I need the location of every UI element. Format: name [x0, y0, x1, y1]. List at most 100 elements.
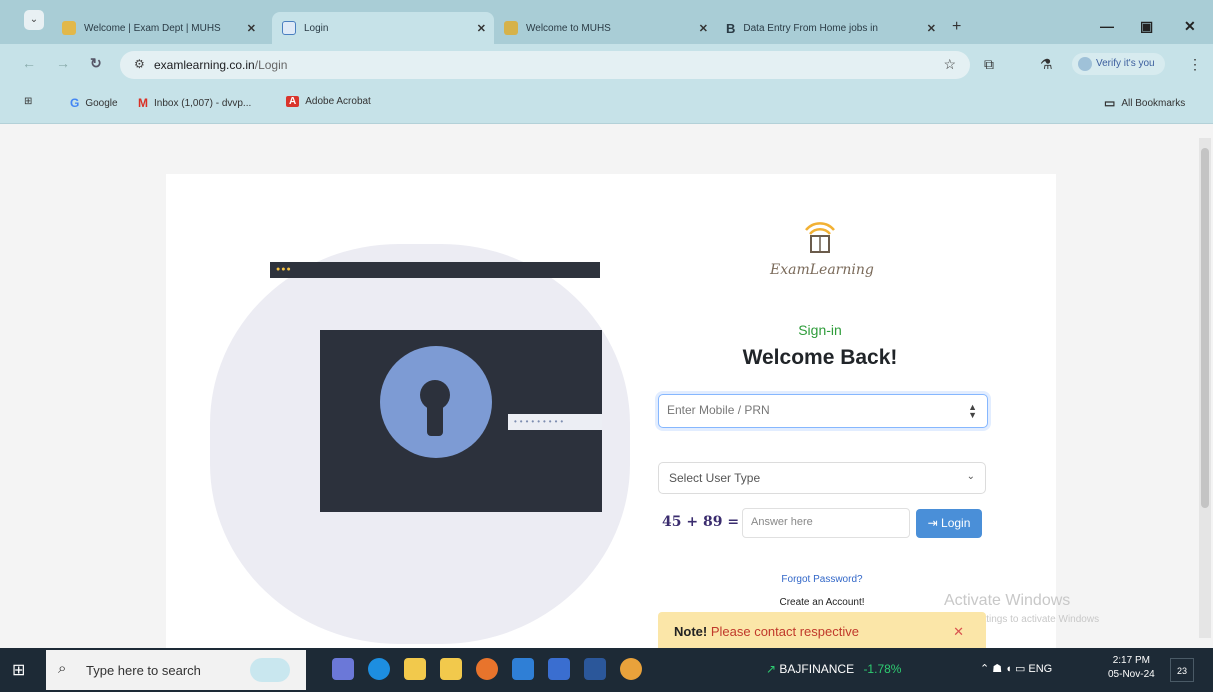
- back-icon[interactable]: ←: [22, 55, 36, 71]
- bookmark-acrobat[interactable]: A Adobe Acrobat: [286, 96, 371, 107]
- tab-login[interactable]: Login ✕: [272, 12, 494, 44]
- tab-strip: ⌄ Welcome | Exam Dept | MUHS ✕ Login ✕ W…: [0, 0, 1213, 44]
- all-bookmarks[interactable]: ▭ All Bookmarks: [1104, 96, 1185, 110]
- browser-toolbar: ← → ↻ ⚙ examlearning.co.in/Login ☆ ⧉ ⚗ V…: [0, 44, 1213, 84]
- notification-badge[interactable]: 23: [1170, 658, 1194, 682]
- mobile-prn-field[interactable]: ▲▼: [658, 394, 988, 428]
- trend-icon: ↗: [766, 662, 777, 676]
- reload-icon[interactable]: ↻: [90, 55, 102, 72]
- bookmark-star-icon[interactable]: ☆: [943, 56, 956, 73]
- extensions-icon[interactable]: ⧉: [984, 56, 994, 73]
- stock-ticker[interactable]: ↗ BAJFINANCE -1.78%: [766, 662, 901, 676]
- keyhole-stem: [427, 402, 443, 436]
- clock-date: 05-Nov-24: [1108, 669, 1155, 680]
- ticker-name: BAJFINANCE: [779, 662, 855, 676]
- windows-start-icon[interactable]: ⊞: [12, 660, 25, 680]
- bookmark-label: All Bookmarks: [1121, 97, 1186, 109]
- tab-welcome-muhs[interactable]: Welcome to MUHS ✕: [494, 12, 716, 44]
- captcha-answer-field[interactable]: [742, 508, 910, 538]
- mail-icon[interactable]: [512, 658, 534, 680]
- folder-icon: ▭: [1104, 96, 1116, 110]
- bookmarks-bar: ⊞ G Google M Inbox (1,007) - dvvp... A A…: [0, 84, 1213, 124]
- bookmark-google[interactable]: G Google: [70, 96, 118, 110]
- labs-icon[interactable]: ⚗: [1040, 56, 1053, 73]
- avatar: [1078, 57, 1092, 71]
- page-viewport: ●●● ••••••••• ExamLearning Sign-in Welco…: [0, 124, 1213, 648]
- edge-icon[interactable]: [368, 658, 390, 680]
- watermark-title: Activate Windows: [944, 592, 1071, 609]
- close-icon[interactable]: ✕: [953, 624, 964, 640]
- chevron-up-icon[interactable]: ⌃: [980, 663, 989, 675]
- exam-learning-logo: ExamLearning: [770, 216, 874, 296]
- store-icon[interactable]: [404, 658, 426, 680]
- windows-taskbar: ⊞ ⌕ Type here to search ↗ BAJFINANCE -1.…: [0, 648, 1213, 692]
- chrome-icon[interactable]: [620, 658, 642, 680]
- apps-grid-icon[interactable]: ⊞: [24, 96, 32, 107]
- gmail-icon: M: [138, 96, 148, 110]
- forgot-password-link[interactable]: Forgot Password?: [740, 574, 904, 585]
- file-explorer-icon[interactable]: [440, 658, 462, 680]
- site-info-icon[interactable]: ⚙: [134, 57, 145, 71]
- new-tab-button[interactable]: +: [952, 18, 961, 36]
- profile-label: Verify it's you: [1096, 58, 1155, 69]
- login-button-label: Login: [941, 516, 971, 530]
- system-tray[interactable]: ⌃ ☗ ◖ ▭ ENG: [980, 662, 1052, 675]
- site-favicon-icon: [504, 21, 518, 35]
- close-window-icon[interactable]: ✕: [1184, 18, 1196, 35]
- tab-muhs-exam[interactable]: Welcome | Exam Dept | MUHS ✕: [52, 12, 264, 44]
- language-indicator[interactable]: ENG: [1028, 663, 1052, 675]
- close-icon[interactable]: ✕: [927, 22, 936, 35]
- close-icon[interactable]: ✕: [477, 22, 486, 35]
- profile-button[interactable]: Verify it's you: [1072, 53, 1165, 75]
- chevron-down-icon: ⌄: [966, 471, 975, 482]
- illustration-password-field: •••••••••: [508, 414, 602, 430]
- taskbar-search[interactable]: ⌕ Type here to search: [46, 650, 306, 690]
- close-icon[interactable]: ✕: [699, 22, 708, 35]
- tab-search-button[interactable]: ⌄: [24, 10, 44, 30]
- minimize-icon[interactable]: —: [1100, 18, 1114, 34]
- forward-icon[interactable]: →: [56, 55, 70, 71]
- bookmark-label: Adobe Acrobat: [305, 96, 371, 107]
- address-bar[interactable]: ⚙ examlearning.co.in/Login ☆: [120, 51, 970, 79]
- login-arrow-icon: ⇥: [927, 516, 938, 530]
- acrobat-icon: A: [286, 96, 300, 107]
- network-icon[interactable]: ☗: [992, 663, 1002, 675]
- brand-name: ExamLearning: [770, 262, 874, 278]
- page-scrollbar[interactable]: [1199, 138, 1211, 638]
- volume-icon[interactable]: ◖: [1005, 663, 1012, 675]
- bookmark-label: Google: [85, 97, 118, 109]
- word-icon[interactable]: [584, 658, 606, 680]
- bookmark-label: Inbox (1,007) - dvvp...: [154, 97, 252, 109]
- close-icon[interactable]: ✕: [247, 22, 256, 35]
- clock-time: 2:17 PM: [1112, 655, 1150, 666]
- tab-label: Login: [304, 22, 329, 34]
- photos-icon[interactable]: [548, 658, 570, 680]
- tab-label: Data Entry From Home jobs in: [743, 22, 878, 34]
- mobile-prn-input[interactable]: [667, 403, 957, 417]
- note-alert: Note! Please contact respective ✕: [658, 612, 986, 648]
- user-type-select[interactable]: Select User Type ⌄: [658, 462, 986, 494]
- scrollbar-thumb[interactable]: [1201, 148, 1209, 508]
- bottom-border: [0, 692, 1213, 699]
- illustration-window-dots-icon: ●●●: [276, 266, 292, 273]
- keyboard-icon[interactable]: ▭: [1015, 663, 1025, 675]
- taskbar-clock[interactable]: 2:17 PM 05-Nov-24: [1108, 654, 1155, 682]
- restore-icon[interactable]: ▣: [1140, 18, 1153, 35]
- google-icon: G: [70, 96, 80, 110]
- captcha-answer-input[interactable]: [751, 516, 901, 528]
- login-button[interactable]: ⇥ Login: [916, 509, 982, 538]
- b-favicon-icon: B: [726, 21, 736, 36]
- menu-icon[interactable]: ⋮: [1188, 56, 1202, 73]
- illustration-browser-bar: [270, 262, 600, 278]
- search-icon: ⌕: [58, 660, 67, 677]
- create-account-link[interactable]: Create an Account!: [740, 597, 904, 608]
- tab-data-entry[interactable]: B Data Entry From Home jobs in ✕: [716, 12, 944, 44]
- tab-label: Welcome | Exam Dept | MUHS: [84, 22, 221, 34]
- page-title: Welcome Back!: [742, 346, 898, 369]
- copilot-icon[interactable]: [332, 658, 354, 680]
- tab-label: Welcome to MUHS: [526, 22, 611, 34]
- stepper-icon[interactable]: ▲ ▼: [968, 403, 977, 420]
- bookmark-gmail[interactable]: M Inbox (1,007) - dvvp...: [138, 96, 251, 110]
- site-favicon-icon: [62, 21, 76, 35]
- firefox-icon[interactable]: [476, 658, 498, 680]
